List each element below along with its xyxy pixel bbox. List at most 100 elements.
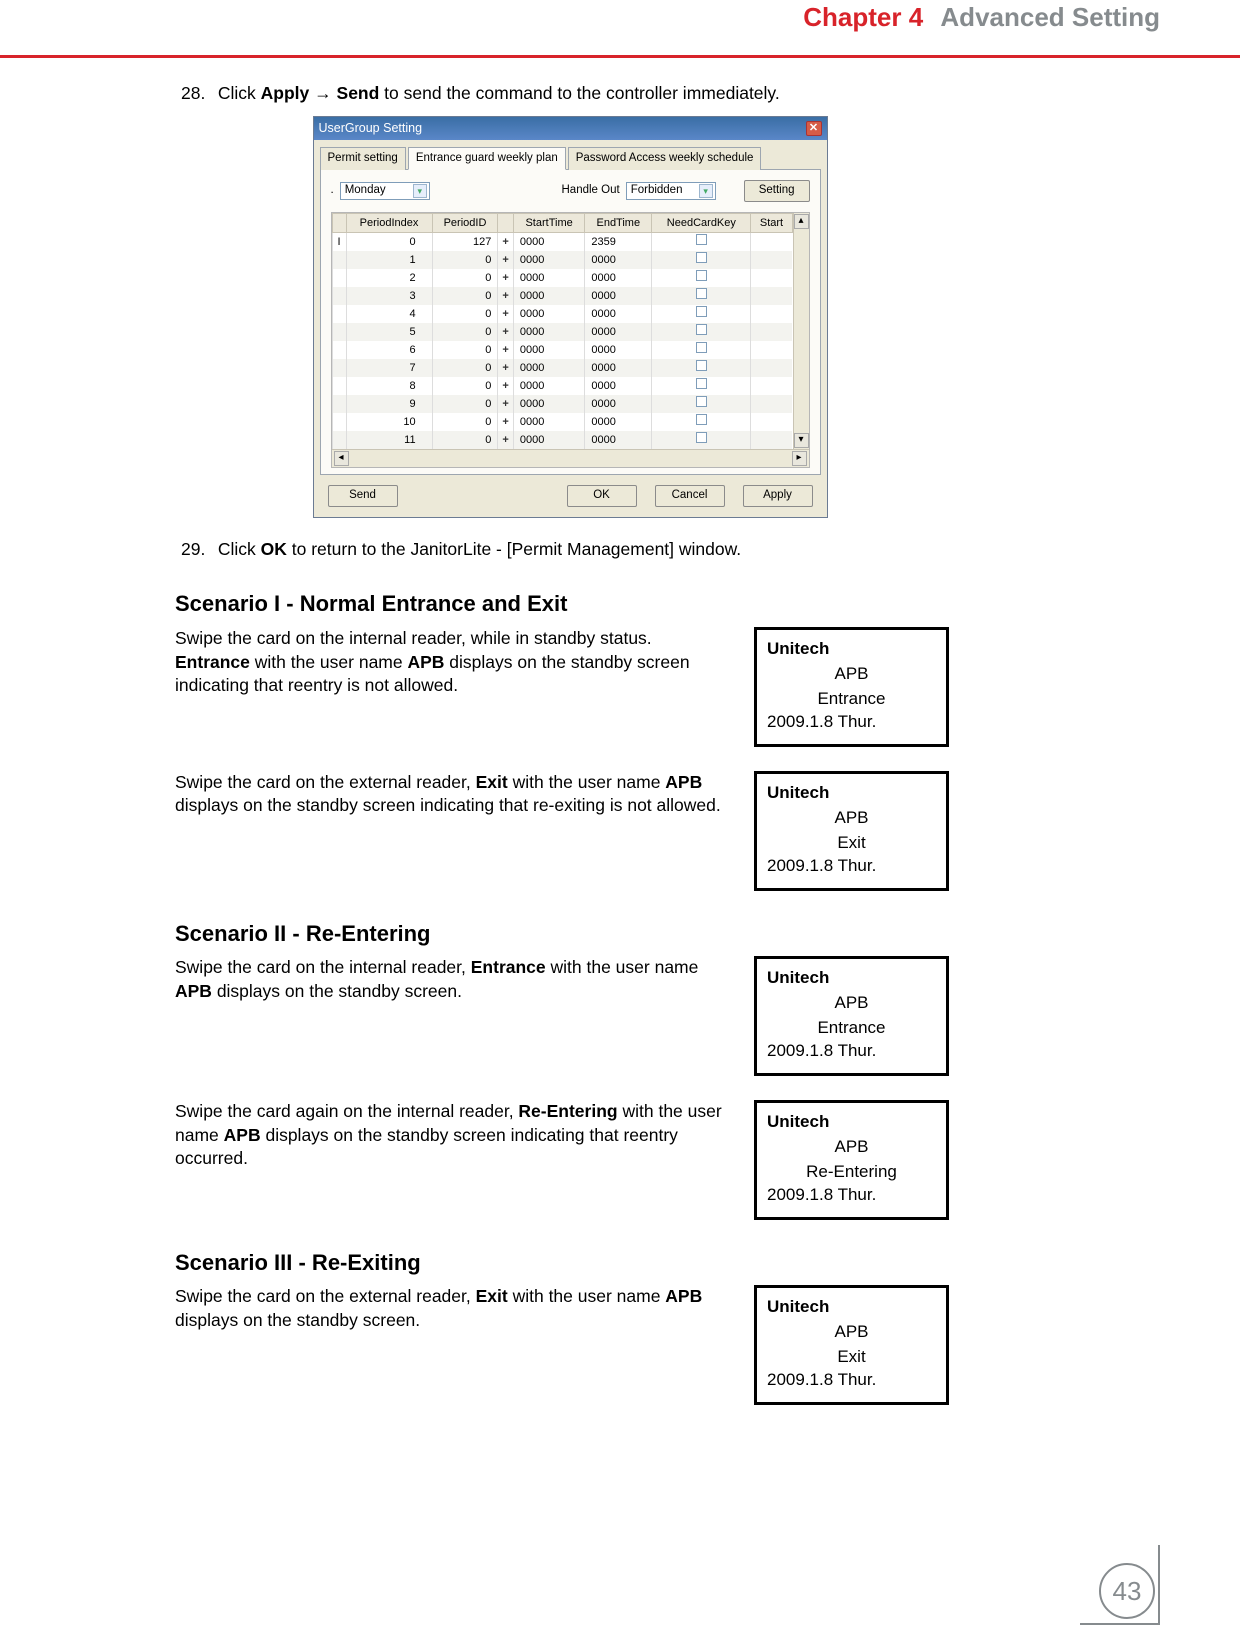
handleout-dropdown[interactable]: Forbidden ▾ xyxy=(626,182,716,200)
checkbox[interactable] xyxy=(696,324,707,335)
tab-password-schedule[interactable]: Password Access weekly schedule xyxy=(568,147,762,171)
lcd-date: 2009.1.8 Thur. xyxy=(767,1184,936,1207)
checkbox[interactable] xyxy=(696,360,707,371)
handleout-label: Handle Out xyxy=(562,183,620,199)
table-row[interactable]: 50+00000000 xyxy=(332,323,792,341)
step-29-text: Click xyxy=(218,539,261,559)
scroll-right-icon[interactable]: ▸ xyxy=(792,451,807,466)
tab-row: Permit setting Entrance guard weekly pla… xyxy=(320,146,821,171)
step-28-text: Click xyxy=(218,83,261,103)
arrow-icon: → xyxy=(309,83,336,103)
table-row[interactable]: 90+00000000 xyxy=(332,395,792,413)
scenario-2-heading: Scenario II - Re-Entering xyxy=(175,919,965,949)
table-row[interactable]: 80+00000000 xyxy=(332,377,792,395)
ok-button[interactable]: OK xyxy=(567,485,637,507)
send-button[interactable]: Send xyxy=(328,485,398,507)
lcd-display-entrance: Unitech APB Entrance 2009.1.8 Thur. xyxy=(754,627,949,747)
checkbox[interactable] xyxy=(696,396,707,407)
table-row[interactable]: 60+00000000 xyxy=(332,341,792,359)
lcd-status: Exit xyxy=(767,1346,936,1369)
scenario-2-para-1: Swipe the card on the internal reader, E… xyxy=(175,956,730,1003)
setting-button[interactable]: Setting xyxy=(744,180,810,202)
checkbox[interactable] xyxy=(696,414,707,425)
scroll-down-icon[interactable]: ▾ xyxy=(794,433,809,448)
lcd-display-reentering: Unitech APB Re-Entering 2009.1.8 Thur. xyxy=(754,1100,949,1220)
header-rule xyxy=(0,55,1240,58)
apply-button[interactable]: Apply xyxy=(743,485,813,507)
step-28-num: 28. xyxy=(181,82,213,106)
col-needcardkey[interactable]: NeedCardKey xyxy=(652,213,751,233)
tab-permit-setting[interactable]: Permit setting xyxy=(320,147,406,171)
scroll-left-icon[interactable]: ◂ xyxy=(334,451,349,466)
checkbox[interactable] xyxy=(696,270,707,281)
scenario-3-heading: Scenario III - Re-Exiting xyxy=(175,1248,965,1278)
chapter-label: Chapter 4 xyxy=(803,2,923,32)
dialog-titlebar: UserGroup Setting ✕ xyxy=(314,117,827,140)
tab-entrance-guard[interactable]: Entrance guard weekly plan xyxy=(408,147,566,171)
scroll-up-icon[interactable]: ▴ xyxy=(794,214,809,229)
table-row[interactable]: 30+00000000 xyxy=(332,287,792,305)
page-number: 43 xyxy=(1099,1563,1155,1619)
lcd-display-exit-2: Unitech APB Exit 2009.1.8 Thur. xyxy=(754,1285,949,1405)
day-dropdown[interactable]: Monday ▾ xyxy=(340,182,430,200)
lcd-date: 2009.1.8 Thur. xyxy=(767,711,936,734)
lcd-status: Re-Entering xyxy=(767,1161,936,1184)
dialog-title: UserGroup Setting xyxy=(319,120,423,137)
scenario-1-para-1: Swipe the card on the internal reader, w… xyxy=(175,627,730,698)
lcd-brand: Unitech xyxy=(767,967,936,990)
table-row[interactable]: 70+00000000 xyxy=(332,359,792,377)
header-title: Advanced Setting xyxy=(930,2,1160,32)
day-prefix: . xyxy=(331,183,334,199)
scenario-1-heading: Scenario I - Normal Entrance and Exit xyxy=(175,589,965,619)
col-periodid[interactable]: PeriodID xyxy=(432,213,498,233)
cancel-button[interactable]: Cancel xyxy=(655,485,725,507)
checkbox[interactable] xyxy=(696,306,707,317)
scenario-3-para-1: Swipe the card on the external reader, E… xyxy=(175,1285,730,1332)
table-row[interactable]: 10+00000000 xyxy=(332,251,792,269)
lcd-display-exit: Unitech APB Exit 2009.1.8 Thur. xyxy=(754,771,949,891)
checkbox[interactable] xyxy=(696,252,707,263)
checkbox[interactable] xyxy=(696,288,707,299)
step-29: 29. Click OK to return to the JanitorLit… xyxy=(181,538,965,562)
lcd-date: 2009.1.8 Thur. xyxy=(767,1369,936,1392)
table-row[interactable]: 110+00000000 xyxy=(332,431,792,449)
lcd-date: 2009.1.8 Thur. xyxy=(767,855,936,878)
table-row[interactable]: 40+00000000 xyxy=(332,305,792,323)
lcd-status: Entrance xyxy=(767,688,936,711)
chevron-down-icon: ▾ xyxy=(699,184,713,198)
lcd-username: APB xyxy=(767,992,936,1015)
lcd-username: APB xyxy=(767,807,936,830)
lcd-display-entrance-2: Unitech APB Entrance 2009.1.8 Thur. xyxy=(754,956,949,1076)
checkbox[interactable] xyxy=(696,432,707,443)
day-value: Monday xyxy=(345,183,386,199)
checkbox[interactable] xyxy=(696,234,707,245)
lcd-status: Exit xyxy=(767,832,936,855)
step-29-tail: to return to the JanitorLite - [Permit M… xyxy=(287,539,741,559)
table-row[interactable]: 100+00000000 xyxy=(332,413,792,431)
lcd-brand: Unitech xyxy=(767,638,936,661)
col-starttime[interactable]: StartTime xyxy=(513,213,585,233)
lcd-status: Entrance xyxy=(767,1017,936,1040)
chevron-down-icon: ▾ xyxy=(413,184,427,198)
lcd-date: 2009.1.8 Thur. xyxy=(767,1040,936,1063)
step-28-send: Send xyxy=(337,83,380,103)
col-endtime[interactable]: EndTime xyxy=(585,213,652,233)
lcd-username: APB xyxy=(767,1321,936,1344)
period-grid: PeriodIndex PeriodID StartTime EndTime N… xyxy=(331,212,810,469)
col-start[interactable]: Start xyxy=(751,213,792,233)
table-row[interactable]: 20+00000000 xyxy=(332,269,792,287)
lcd-username: APB xyxy=(767,1136,936,1159)
lcd-brand: Unitech xyxy=(767,782,936,805)
lcd-username: APB xyxy=(767,663,936,686)
lcd-brand: Unitech xyxy=(767,1111,936,1134)
scenario-2-para-2: Swipe the card again on the internal rea… xyxy=(175,1100,730,1171)
table-row[interactable]: I0127+00002359 xyxy=(332,233,792,251)
col-periodindex[interactable]: PeriodIndex xyxy=(346,213,432,233)
step-28: 28. Click Apply → Send to send the comma… xyxy=(181,82,965,106)
checkbox[interactable] xyxy=(696,378,707,389)
usergroup-setting-dialog: UserGroup Setting ✕ Permit setting Entra… xyxy=(313,116,828,518)
close-icon[interactable]: ✕ xyxy=(806,121,822,136)
handleout-value: Forbidden xyxy=(631,183,683,199)
lcd-brand: Unitech xyxy=(767,1296,936,1319)
checkbox[interactable] xyxy=(696,342,707,353)
